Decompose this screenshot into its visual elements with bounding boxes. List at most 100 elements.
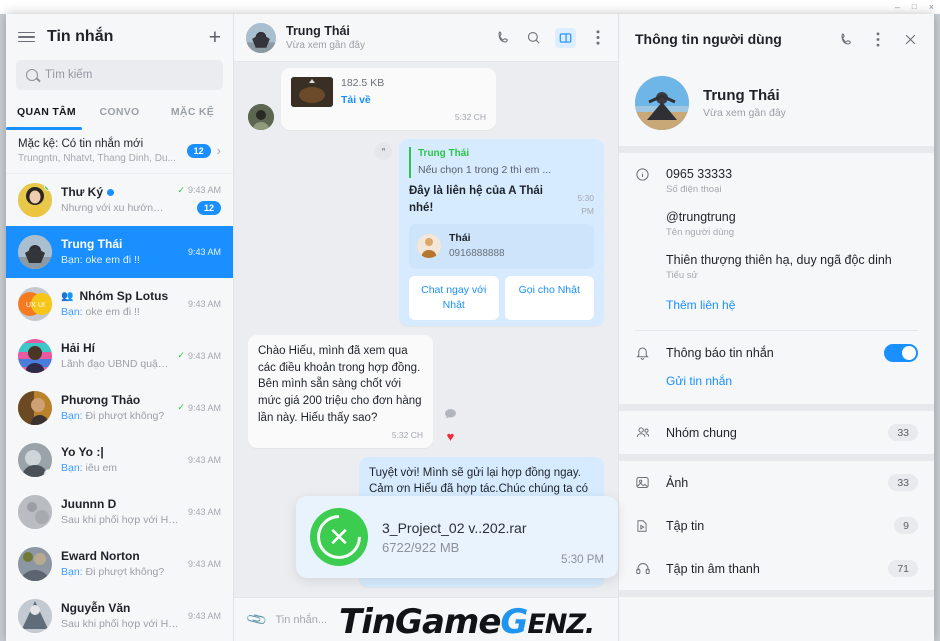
phone-icon[interactable] — [838, 31, 854, 47]
contact-card[interactable]: Thái 0916888888 — [409, 223, 594, 269]
tab-mac-ke[interactable]: MẶC KỆ — [156, 100, 229, 127]
avatar — [18, 390, 52, 425]
nav-count: 33 — [888, 424, 918, 441]
watermark-g: G — [500, 602, 528, 641]
list-item[interactable]: Eward Norton Bạn: Đi phượt không? 9:43 A… — [6, 538, 233, 590]
bell-icon — [635, 345, 652, 361]
ignored-badge: 12 — [186, 143, 211, 158]
field-bio: Thiên thượng thiên hạ, duy ngã độc dinh … — [666, 253, 918, 281]
list-item-message: Sau khi phối hợp với Hà Đô... — [61, 618, 179, 630]
call-button[interactable]: Gọi cho Nhật — [504, 275, 594, 320]
list-item-name: Trung Thái — [61, 237, 123, 251]
chevron-right-icon[interactable]: › — [217, 143, 221, 158]
offline-indicator — [44, 468, 52, 477]
nav-files[interactable]: Tập tin 9 — [619, 504, 934, 547]
search-icon — [26, 69, 38, 81]
plus-icon[interactable]: + — [209, 27, 221, 48]
tab-quan-tam[interactable]: QUAN TÂM — [10, 100, 83, 127]
download-toast[interactable]: ✕ 3_Project_02 v..202.rar 6722/922 MB 5:… — [296, 496, 618, 578]
message-text: Chào Hiếu, mình đã xem qua các điều khoả… — [258, 344, 422, 424]
info-circle-icon — [635, 167, 652, 195]
sidebar-toggle-icon[interactable] — [555, 27, 576, 48]
notification-row[interactable]: Thông báo tin nhắn — [619, 331, 934, 368]
list-item-selected[interactable]: Trung Thái Bạn: oke em đi !! 9:43 AM — [6, 225, 233, 278]
list-item-message: Bạn: Đi phượt không? — [61, 410, 165, 422]
chat-title: Trung Thái — [286, 24, 350, 38]
list-item-name: Hải Hí — [61, 341, 96, 355]
avatar — [18, 546, 52, 581]
file-bubble[interactable]: 182.5 KB Tải về 5:32 CH — [281, 68, 496, 130]
heart-reaction[interactable]: ♥ — [447, 429, 455, 444]
watermark: TinGameGENZ. — [339, 602, 595, 641]
list-item[interactable]: Phương Thảo Bạn: Đi phượt không? ✓ 9:43 A… — [6, 382, 233, 434]
profile-section: Trung Thái Vừa xem gần đây — [619, 64, 934, 146]
tab-convo[interactable]: CONVO — [83, 100, 156, 127]
avatar — [18, 234, 52, 269]
group-icon: 👥 — [61, 290, 74, 302]
search-input[interactable]: Tìm kiếm — [16, 60, 223, 90]
nav-label: Nhóm chung — [666, 425, 737, 440]
watermark-part1: TinGame — [339, 602, 501, 641]
nav-count: 33 — [888, 474, 918, 491]
close-button[interactable]: × — [929, 2, 934, 12]
headphones-icon — [635, 561, 652, 576]
reply-icon[interactable] — [444, 408, 457, 420]
list-item[interactable]: UX UI 👥 Nhóm Sp Lotus Bạn: oke em đi !! 9… — [6, 278, 233, 330]
quote-author: Trung Thái — [418, 147, 470, 159]
avatar — [18, 338, 52, 373]
list-item-time: 9:43 AM — [187, 185, 221, 195]
nav-photos[interactable]: Ảnh 33 — [619, 461, 934, 504]
list-item[interactable]: Thư Ký Nhưng với xu hướng hiện n... ✓ 9:… — [6, 174, 233, 226]
main-window: Tin nhắn + Tìm kiếm QUAN TÂM CONVO MẶC K… — [6, 14, 934, 641]
notification-toggle[interactable] — [884, 344, 918, 362]
phone-label: Số điện thoại — [666, 184, 722, 195]
composer-placeholder: Tin nhắn... — [275, 613, 328, 626]
minimize-button[interactable]: – — [895, 2, 900, 12]
nav-audio[interactable]: Tập tin âm thanh 71 — [619, 547, 934, 590]
list-item-name: Eward Norton — [61, 549, 140, 563]
download-link[interactable]: Tải về — [341, 93, 384, 108]
chat-now-button[interactable]: Chat ngay với Nhật — [409, 275, 499, 320]
ignored-subtitle: Trungntn, Nhatvt, Thang Dinh, Du... — [18, 152, 176, 164]
maximize-button[interactable]: □ — [912, 3, 917, 11]
list-item-time: 9:43 AM — [187, 246, 221, 257]
list-item[interactable]: Juunnn D Sau khi phối hợp với Hà Đô... 9… — [6, 486, 233, 538]
contact-bubble[interactable]: Trung Thái Nếu chọn 1 trong 2 thì em ...… — [399, 138, 604, 326]
message-text: Đây là liên hệ của A Thái nhé! — [409, 185, 543, 215]
close-icon[interactable] — [902, 31, 918, 47]
image-icon — [635, 475, 652, 490]
list-item[interactable]: Hải Hí Lãnh đạo UBND quận Than... ✓9:43 … — [6, 330, 233, 382]
message-incoming: Chào Hiếu, mình đã xem qua các điều khoả… — [248, 334, 604, 448]
message-time: 5:32 CH — [454, 112, 486, 123]
page-title: Tin nhắn — [47, 28, 114, 45]
file-thumbnail — [291, 77, 333, 108]
svg-text:UI: UI — [38, 302, 45, 309]
list-item[interactable]: Yo Yo :| Bạn: iêu em 9:43 AM — [6, 434, 233, 486]
message-contact-card: ❞ Trung Thái Nếu chọn 1 trong 2 thì em .… — [248, 138, 604, 326]
list-item[interactable]: Nguyễn Văn Sau khi phối hợp với Hà Đô...… — [6, 590, 233, 641]
paperclip-icon[interactable]: 📎 — [245, 608, 269, 632]
incoming-bubble[interactable]: Chào Hiếu, mình đã xem qua các điều khoả… — [248, 334, 433, 448]
add-contact-link[interactable]: Thêm liên hệ — [666, 296, 918, 314]
file-size: 182.5 KB — [341, 77, 385, 89]
list-item-time: 9:43 AM — [187, 506, 221, 517]
hamburger-icon[interactable] — [18, 31, 35, 43]
ignored-summary-row[interactable]: Mặc kệ: Có tin nhắn mới Trungntn, Nhatvt… — [6, 130, 233, 174]
search-placeholder: Tìm kiếm — [45, 69, 93, 81]
divider — [619, 590, 934, 597]
search-icon[interactable] — [525, 30, 541, 46]
more-vertical-icon[interactable] — [590, 30, 606, 46]
phone-icon[interactable] — [495, 30, 511, 46]
online-indicator — [44, 182, 52, 191]
avatar — [635, 76, 689, 130]
more-vertical-icon[interactable] — [870, 31, 886, 47]
avatar — [18, 598, 52, 633]
avatar-group: UX UI — [18, 286, 52, 321]
profile-name: Trung Thái — [703, 87, 780, 104]
cancel-download-icon[interactable]: ✕ — [310, 508, 368, 566]
send-message-link[interactable]: Gửi tin nhắn — [650, 368, 934, 404]
nav-groups[interactable]: Nhóm chung 33 — [619, 411, 934, 454]
contact-name: Thái — [449, 231, 471, 244]
sent-check-icon: ✓ — [177, 350, 185, 360]
list-item-name: Thư Ký — [61, 185, 104, 199]
